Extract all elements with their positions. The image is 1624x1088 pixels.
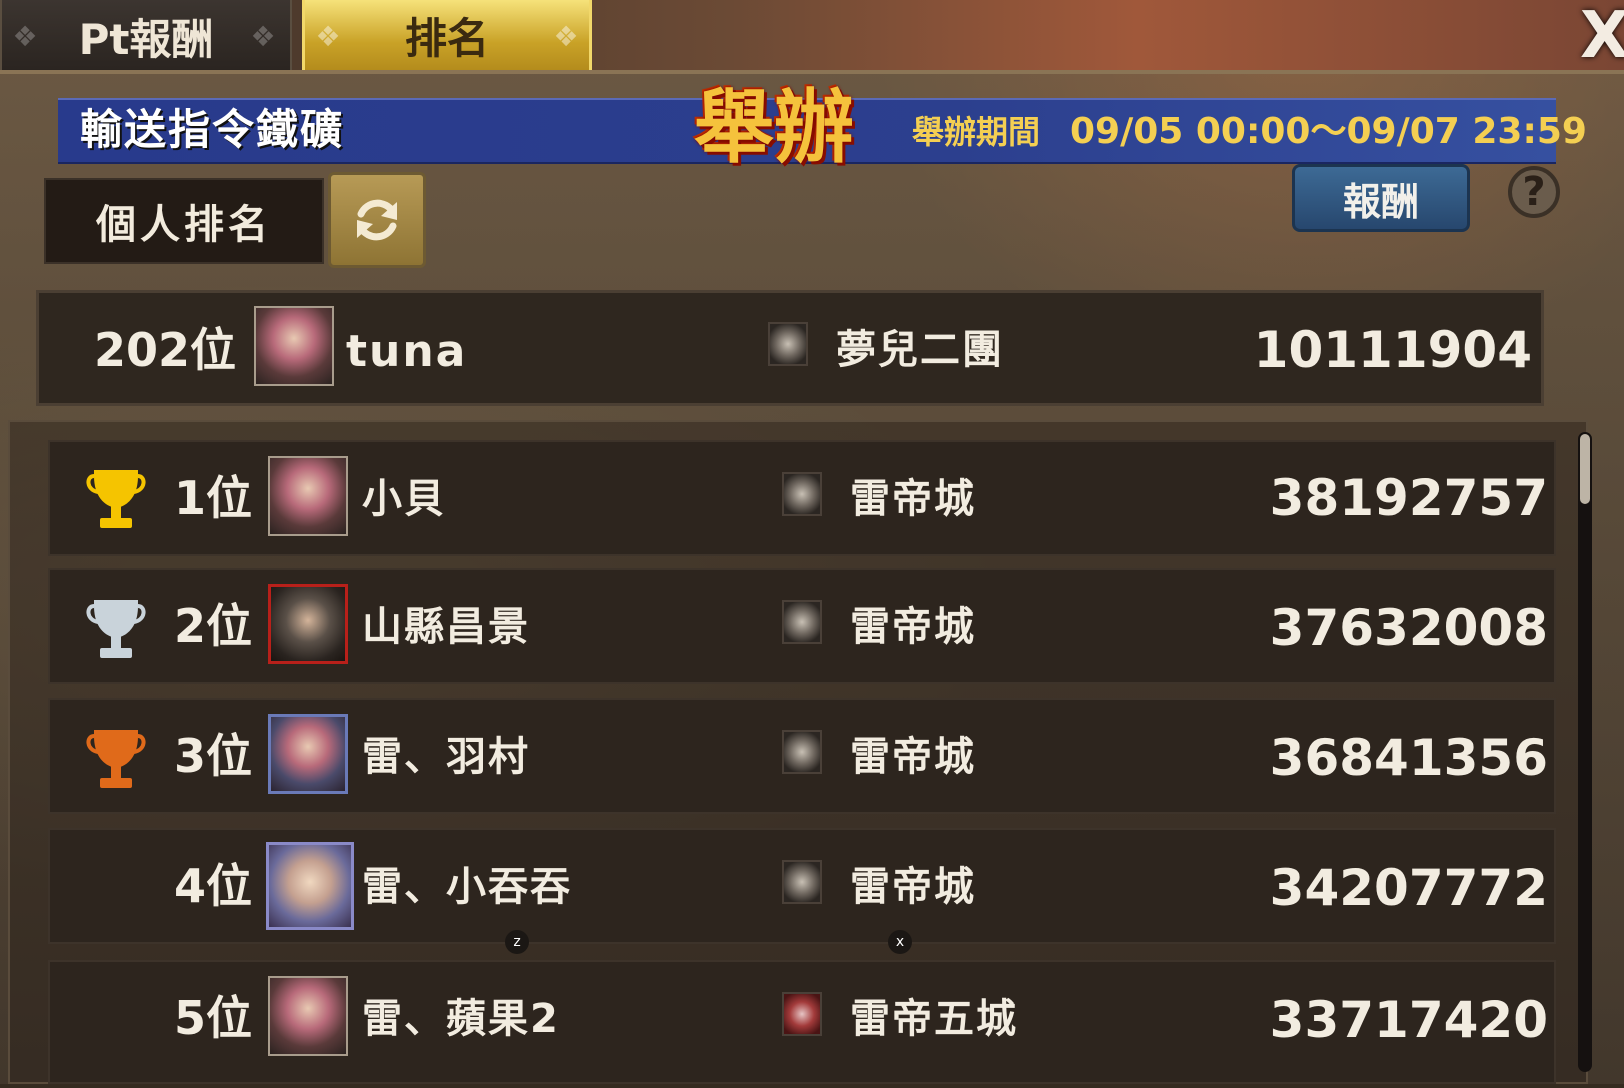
rank-number: 5位: [173, 991, 252, 1045]
close-button[interactable]: X: [1580, 4, 1624, 68]
my-avatar[interactable]: [254, 306, 334, 386]
help-icon: ?: [1522, 169, 1546, 215]
tab-ornament-icon: ❖: [12, 20, 38, 53]
tab-ornament-icon: ❖: [250, 20, 276, 53]
rank-number: 2位: [173, 599, 252, 653]
guild-emblem-icon: [782, 992, 822, 1036]
guild-name: 雷帝城: [850, 864, 976, 910]
rank-number: 4位: [173, 859, 252, 913]
score: 34207772: [1269, 859, 1548, 917]
my-rank: 202位: [93, 323, 236, 377]
refresh-icon: [357, 199, 397, 241]
guild-emblem-icon: [782, 860, 822, 904]
player-avatar[interactable]: [266, 842, 354, 930]
guild-emblem-icon: [782, 730, 822, 774]
player-name: 山縣昌景: [362, 604, 530, 650]
silver-trophy-icon: [86, 600, 146, 658]
refresh-button[interactable]: [328, 172, 426, 268]
player-name: 雷、小吞吞: [362, 864, 572, 910]
guild-emblem-icon: [782, 600, 822, 644]
my-name: tuna: [346, 326, 468, 377]
player-avatar[interactable]: [268, 714, 348, 794]
score: 36841356: [1269, 729, 1548, 787]
score: 33717420: [1269, 991, 1548, 1049]
score: 38192757: [1269, 469, 1548, 527]
my-score: 10111904: [1253, 321, 1532, 379]
help-button[interactable]: ?: [1508, 166, 1560, 218]
my-guild: 夢兒二團: [836, 327, 1004, 373]
gold-trophy-icon: [86, 470, 146, 528]
tab-ranking[interactable]: ❖ 排名 ❖: [302, 0, 592, 74]
key-hint-x: x: [888, 930, 912, 954]
scroll-thumb[interactable]: [1580, 434, 1590, 504]
scrollbar[interactable]: [1578, 432, 1592, 1072]
close-icon: X: [1580, 0, 1624, 73]
player-name: 雷、蘋果2: [362, 996, 560, 1042]
tab-pt-reward[interactable]: ❖ Pt報酬 ❖: [0, 0, 292, 74]
player-avatar[interactable]: [268, 456, 348, 536]
event-held-emblem: 舉辦: [694, 81, 854, 174]
event-period-label: 舉辦期間: [912, 113, 1041, 151]
player-avatar[interactable]: [268, 584, 348, 664]
event-name: 輸送指令鐵礦: [80, 105, 345, 154]
guild-name: 雷帝城: [850, 476, 976, 522]
tab-pt-reward-label: Pt報酬: [78, 14, 214, 64]
guild-name: 雷帝城: [850, 734, 976, 780]
tab-ranking-label: 排名: [404, 14, 489, 63]
rank-number: 3位: [173, 729, 252, 783]
bronze-trophy-icon: [86, 730, 146, 788]
player-name: 小貝: [362, 476, 446, 522]
tab-ornament-icon: ❖: [315, 20, 341, 53]
personal-ranking-label: 個人排名: [44, 178, 324, 264]
tab-ornament-icon: ❖: [553, 20, 579, 53]
player-name: 雷、羽村: [362, 734, 530, 780]
rank-number: 1位: [173, 471, 252, 525]
key-hint-z: z: [505, 930, 529, 954]
score: 37632008: [1269, 599, 1548, 657]
guild-name: 雷帝五城: [850, 996, 1018, 1042]
player-avatar[interactable]: [268, 976, 348, 1056]
event-period-value: 09/05 00:00～09/07 23:59: [1070, 111, 1587, 152]
guild-emblem-icon: [782, 472, 822, 516]
guild-emblem-icon: [768, 322, 808, 366]
reward-button[interactable]: 報酬: [1292, 164, 1470, 232]
guild-name: 雷帝城: [850, 604, 976, 650]
